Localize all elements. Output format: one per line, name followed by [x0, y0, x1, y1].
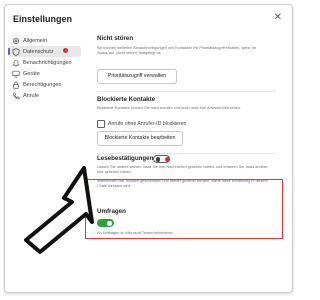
section-title-nicht-stoeren: Nicht stören: [97, 35, 134, 42]
sidebar-item-label: Allgemein: [23, 37, 48, 44]
sidebar-item-label: Berechtigungen: [23, 81, 62, 88]
section-desc-nicht-stoeren: Sie können weiterhin Benachrichtigungen …: [97, 46, 257, 55]
sidebar-item-allgemein[interactable]: Allgemein: [8, 35, 81, 46]
title-bar: Einstellungen ✕: [5, 5, 292, 33]
block-anonymous-calls-checkbox[interactable]: [97, 120, 105, 128]
bell-icon: [12, 59, 20, 67]
device-icon: [12, 70, 20, 78]
settings-content: Nicht stören Sie können weiterhin Benach…: [89, 33, 292, 292]
edit-blocked-contacts-button[interactable]: Blockierte Kontakte bearbeiten: [97, 131, 183, 146]
settings-window: Einstellungen ✕ Allgemein Datenschutz Be…: [4, 4, 293, 293]
checkbox-label: Anrufe ohne Anrufer-ID blockieren: [108, 120, 187, 127]
divider: [97, 91, 276, 92]
sidebar-item-label: Geräte: [23, 70, 40, 77]
section-desc-lesebestaetigungen: Lassen Sie andere wissen, dass Sie ihre …: [97, 165, 268, 174]
window-title: Einstellungen: [13, 14, 73, 24]
badge-dot: [63, 48, 68, 53]
section-title-lesebestaetigungen: Lesebestätigungen: [97, 155, 154, 162]
section-desc-blockierte-kontakte: Blockierte Kontakte können Sie nicht anr…: [97, 106, 242, 110]
sidebar-item-benachrichtigungen[interactable]: Benachrichtigungen: [8, 57, 81, 68]
sidebar-item-anrufe[interactable]: Anrufe: [8, 90, 81, 101]
active-indicator: [8, 48, 10, 55]
close-icon[interactable]: ✕: [274, 13, 282, 23]
sidebar-item-label: Datenschutz: [23, 48, 54, 55]
prioritaetszugriff-button[interactable]: Prioritätszugriff verwalten: [97, 69, 177, 84]
sidebar-item-berechtigungen[interactable]: Berechtigungen: [8, 79, 81, 90]
section-title-blockierte-kontakte: Blockierte Kontakte: [97, 96, 156, 103]
lock-icon: [13, 81, 19, 89]
toggle-knob: [155, 157, 160, 162]
divider: [97, 153, 276, 154]
sidebar: Allgemein Datenschutz Benachrichtigungen…: [5, 33, 85, 292]
section-note-lesebestaetigungen: Mitteilenden hat, müssen geschlossen und…: [97, 179, 268, 188]
sidebar-item-label: Anrufe: [23, 92, 40, 99]
phone-icon: [13, 92, 20, 100]
attention-dot: [165, 157, 170, 162]
sidebar-item-label: Benachrichtigungen: [23, 59, 72, 66]
sidebar-item-datenschutz[interactable]: Datenschutz: [8, 46, 81, 57]
gear-icon: [13, 38, 19, 44]
sidebar-item-geraete[interactable]: Geräte: [8, 68, 81, 79]
shield-icon: [12, 48, 20, 56]
